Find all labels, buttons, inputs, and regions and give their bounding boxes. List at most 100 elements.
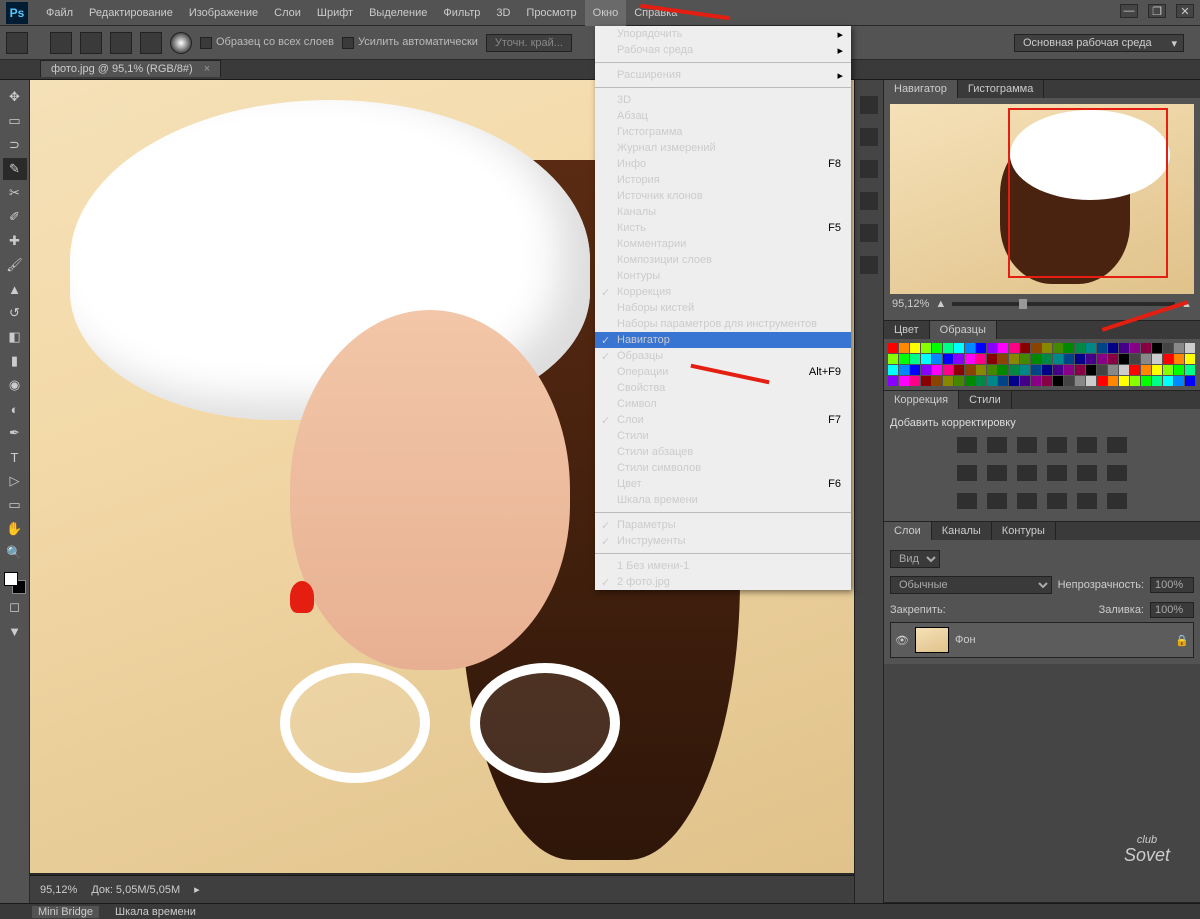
type-tool-icon[interactable]: T	[3, 446, 27, 468]
swatch[interactable]	[1108, 376, 1118, 386]
menu-item[interactable]: Комментарии	[595, 236, 851, 252]
opacity-input[interactable]	[1150, 577, 1194, 593]
move-tool-icon[interactable]: ✥	[3, 86, 27, 108]
swatch[interactable]	[998, 365, 1008, 375]
strip-icon[interactable]	[860, 224, 878, 242]
swatch[interactable]	[888, 354, 898, 364]
swatch[interactable]	[976, 343, 986, 353]
menu-item[interactable]: Шкала времени	[595, 492, 851, 508]
filter-icon[interactable]	[968, 552, 984, 566]
swatch[interactable]	[943, 376, 953, 386]
navigator-view-box[interactable]	[1008, 108, 1168, 278]
swatch[interactable]	[910, 376, 920, 386]
swatch[interactable]	[1097, 376, 1107, 386]
adj-icon[interactable]	[1047, 465, 1067, 481]
swatch[interactable]	[1009, 354, 1019, 364]
swatch[interactable]	[1163, 365, 1173, 375]
swatch[interactable]	[1108, 343, 1118, 353]
swatch[interactable]	[1086, 365, 1096, 375]
swatch[interactable]	[1075, 376, 1085, 386]
menu-item[interactable]: Наборы кистей	[595, 300, 851, 316]
adj-icon[interactable]	[1107, 437, 1127, 453]
swatch[interactable]	[987, 343, 997, 353]
swatch[interactable]	[976, 365, 986, 375]
blend-mode-select[interactable]: Обычные	[890, 576, 1052, 594]
status-arrow-icon[interactable]: ▸	[194, 883, 200, 896]
swatch[interactable]	[976, 376, 986, 386]
strip-icon[interactable]	[860, 192, 878, 210]
zoom-tool-icon[interactable]: 🔍	[3, 542, 27, 564]
swatch[interactable]	[1075, 354, 1085, 364]
tab-swatches[interactable]: Образцы	[930, 321, 997, 339]
brush-tool-icon[interactable]: 🖌	[3, 254, 27, 276]
swatch[interactable]	[921, 365, 931, 375]
navigator-zoom-slider[interactable]	[952, 302, 1175, 306]
swatch[interactable]	[1163, 376, 1173, 386]
menu-select[interactable]: Выделение	[361, 0, 435, 26]
swatch[interactable]	[888, 365, 898, 375]
swatch[interactable]	[1097, 365, 1107, 375]
swatch[interactable]	[1141, 365, 1151, 375]
restore-icon[interactable]: ❐	[1148, 4, 1166, 18]
swatch[interactable]	[1185, 343, 1195, 353]
adj-icon[interactable]	[1077, 437, 1097, 453]
swatch[interactable]	[888, 343, 898, 353]
swatch[interactable]	[1130, 354, 1140, 364]
menu-item[interactable]: Источник клонов	[595, 188, 851, 204]
pen-tool-icon[interactable]: ✒	[3, 422, 27, 444]
swatch[interactable]	[1075, 365, 1085, 375]
crop-tool-icon[interactable]: ✂	[3, 182, 27, 204]
menu-item[interactable]: Каналы	[595, 204, 851, 220]
swatch[interactable]	[1163, 343, 1173, 353]
menu-item[interactable]: Абзац	[595, 108, 851, 124]
swatch[interactable]	[921, 354, 931, 364]
adj-icon[interactable]	[957, 493, 977, 509]
filter-icon[interactable]	[946, 552, 962, 566]
menu-window[interactable]: Окно	[585, 0, 627, 26]
menu-item[interactable]: Контуры	[595, 268, 851, 284]
brush-size-icon[interactable]	[170, 32, 192, 54]
lock-icon[interactable]	[1012, 603, 1026, 617]
swatch[interactable]	[954, 354, 964, 364]
swatch-grid[interactable]	[886, 341, 1198, 388]
swatch[interactable]	[987, 365, 997, 375]
adj-icon[interactable]	[987, 465, 1007, 481]
swatch[interactable]	[1119, 343, 1129, 353]
adj-icon[interactable]	[1107, 465, 1127, 481]
quick-select-tool-icon[interactable]: ✎	[3, 158, 27, 180]
menu-item[interactable]: Рабочая среда	[595, 42, 851, 58]
blur-tool-icon[interactable]: ◉	[3, 374, 27, 396]
menu-item[interactable]: ЦветF6	[595, 476, 851, 492]
swatch[interactable]	[943, 343, 953, 353]
swatch[interactable]	[1053, 343, 1063, 353]
swatch[interactable]	[1064, 354, 1074, 364]
document-tab-close-icon[interactable]: ×	[204, 63, 210, 75]
zoom-out-icon[interactable]: ▲	[935, 298, 946, 310]
color-swatches[interactable]	[4, 572, 26, 594]
swatch[interactable]	[954, 376, 964, 386]
swatch[interactable]	[1141, 354, 1151, 364]
swatch[interactable]	[1086, 343, 1096, 353]
menu-item[interactable]: ✓Образцы	[595, 348, 851, 364]
menu-view[interactable]: Просмотр	[518, 0, 584, 26]
swatch[interactable]	[899, 354, 909, 364]
tab-color[interactable]: Цвет	[884, 321, 930, 339]
swatch[interactable]	[1053, 354, 1063, 364]
menu-edit[interactable]: Редактирование	[81, 0, 181, 26]
menu-item[interactable]: 3D	[595, 92, 851, 108]
swatch[interactable]	[1053, 376, 1063, 386]
navigator-thumbnail[interactable]	[890, 104, 1194, 294]
gradient-tool-icon[interactable]: ▮	[3, 350, 27, 372]
strip-icon[interactable]	[860, 128, 878, 146]
menu-filter[interactable]: Фильтр	[435, 0, 488, 26]
lock-icon[interactable]	[952, 603, 966, 617]
swatch[interactable]	[1185, 376, 1195, 386]
menu-image[interactable]: Изображение	[181, 0, 266, 26]
workspace-selector[interactable]: Основная рабочая среда	[1014, 34, 1184, 52]
eraser-tool-icon[interactable]: ◧	[3, 326, 27, 348]
shape-tool-icon[interactable]: ▭	[3, 494, 27, 516]
swatch[interactable]	[1031, 343, 1041, 353]
swatch[interactable]	[965, 343, 975, 353]
swatch[interactable]	[899, 343, 909, 353]
strip-icon[interactable]	[860, 160, 878, 178]
